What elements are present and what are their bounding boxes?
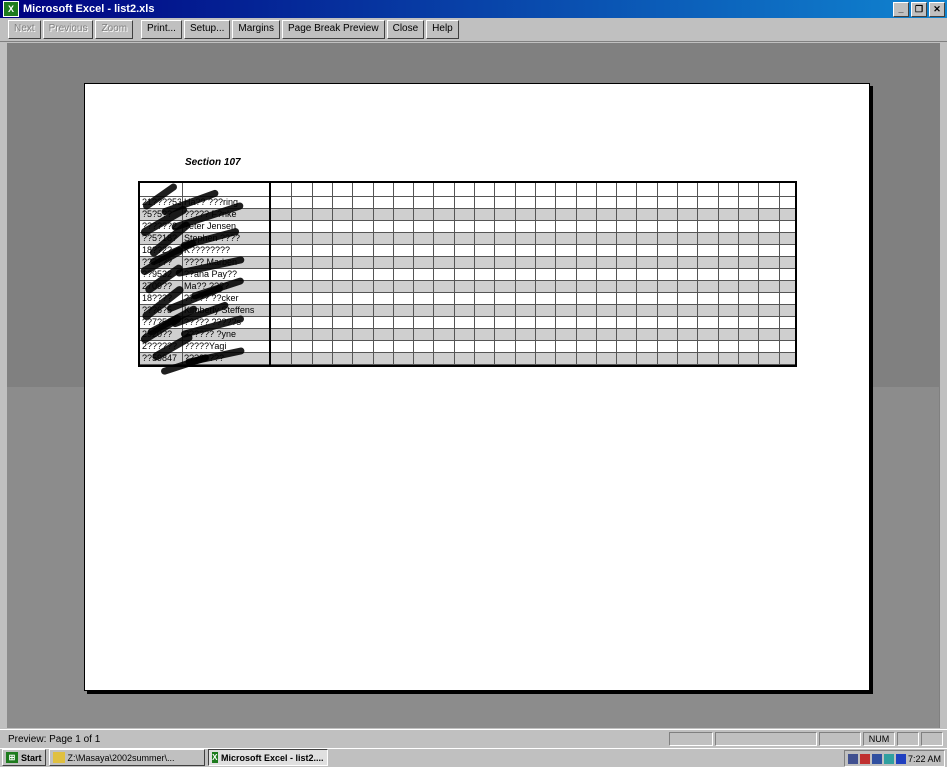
column-divider xyxy=(311,183,313,365)
print-preview-toolbar: Next Previous Zoom Print... Setup... Mar… xyxy=(0,18,947,42)
column-divider xyxy=(575,183,577,365)
roster-table: 21????53Ha?? ???ring?5?5??????? F?nke???… xyxy=(138,181,797,376)
status-panel xyxy=(921,732,943,746)
column-divider xyxy=(778,183,780,365)
network-icon[interactable] xyxy=(847,753,858,764)
column-divider xyxy=(372,183,374,365)
column-divider xyxy=(677,183,678,365)
column-divider xyxy=(636,183,638,365)
zoom-button[interactable]: Zoom xyxy=(95,20,134,39)
column-divider xyxy=(514,183,516,365)
vertical-scrollbar[interactable] xyxy=(939,43,947,728)
status-panel xyxy=(897,732,919,746)
help-button[interactable]: Help xyxy=(426,20,459,39)
close-button[interactable]: Close xyxy=(386,20,425,39)
minimize-icon[interactable]: _ xyxy=(893,2,909,17)
setup-button[interactable]: Setup... xyxy=(183,20,231,39)
taskbar-item-label: Microsoft Excel - list2.... xyxy=(220,752,324,763)
start-button[interactable]: ⊞ Start xyxy=(2,749,46,766)
agent-icon[interactable] xyxy=(883,753,894,764)
column-divider xyxy=(616,183,618,365)
display-icon[interactable] xyxy=(871,753,882,764)
restore-icon[interactable]: ❐ xyxy=(911,2,927,17)
column-divider xyxy=(555,183,557,365)
column-divider xyxy=(433,183,435,365)
section-title: Section 107 xyxy=(185,157,241,168)
column-divider xyxy=(758,183,760,365)
status-panel xyxy=(819,732,861,746)
window-title: Microsoft Excel - list2.xls xyxy=(23,3,155,15)
folder-icon xyxy=(52,752,65,763)
status-panel xyxy=(715,732,817,746)
num-indicator: NUM xyxy=(863,732,895,746)
margins-button[interactable]: Margins xyxy=(232,20,280,39)
column-divider xyxy=(352,183,354,365)
close-icon[interactable]: ✕ xyxy=(929,2,945,17)
column-divider xyxy=(697,183,699,365)
column-divider xyxy=(291,183,293,365)
taskbar-item-excel[interactable]: X Microsoft Excel - list2.... xyxy=(207,749,328,766)
start-label: Start xyxy=(21,752,42,763)
column-divider xyxy=(453,183,455,365)
student-name-cell: K???????? xyxy=(184,245,231,255)
column-divider xyxy=(534,183,536,365)
column-divider xyxy=(474,183,475,365)
column-divider xyxy=(269,183,271,365)
column-divider xyxy=(392,183,394,365)
status-bar: Preview: Page 1 of 1 NUM xyxy=(0,729,947,748)
print-button[interactable]: Print... xyxy=(141,20,182,39)
column-divider xyxy=(717,183,719,365)
taskbar-item-folder[interactable]: Z:\Masaya\2002summer\... xyxy=(48,749,205,766)
taskbar: ⊞ Start Z:\Masaya\2002summer\... X Micro… xyxy=(0,748,947,767)
next-button[interactable]: Next xyxy=(8,20,41,39)
column-divider xyxy=(413,183,415,365)
excel-icon[interactable]: X xyxy=(3,1,19,17)
column-divider xyxy=(494,183,496,365)
status-text: Preview: Page 1 of 1 xyxy=(8,733,101,745)
title-bar: X Microsoft Excel - list2.xls _ ❐ ✕ xyxy=(0,0,947,18)
preview-page[interactable]: Section 107 21????53Ha?? ???ring?5?5????… xyxy=(84,83,870,691)
previous-button[interactable]: Previous xyxy=(42,20,94,39)
clock: 7:22 AM xyxy=(907,753,941,764)
system-tray: 7:22 AM xyxy=(843,750,945,767)
window-controls: _ ❐ ✕ xyxy=(893,2,945,17)
volume-icon[interactable] xyxy=(859,753,870,764)
taskbar-item-label: Z:\Masaya\2002summer\... xyxy=(67,752,175,763)
page-break-preview-button[interactable]: Page Break Preview xyxy=(281,20,385,39)
column-divider xyxy=(595,183,597,365)
column-divider xyxy=(331,183,333,365)
column-divider xyxy=(656,183,658,365)
excel-icon: X xyxy=(211,752,218,763)
column-divider xyxy=(737,183,739,365)
status-panel xyxy=(669,732,713,746)
windows-logo-icon: ⊞ xyxy=(6,752,18,763)
language-icon[interactable] xyxy=(895,753,906,764)
